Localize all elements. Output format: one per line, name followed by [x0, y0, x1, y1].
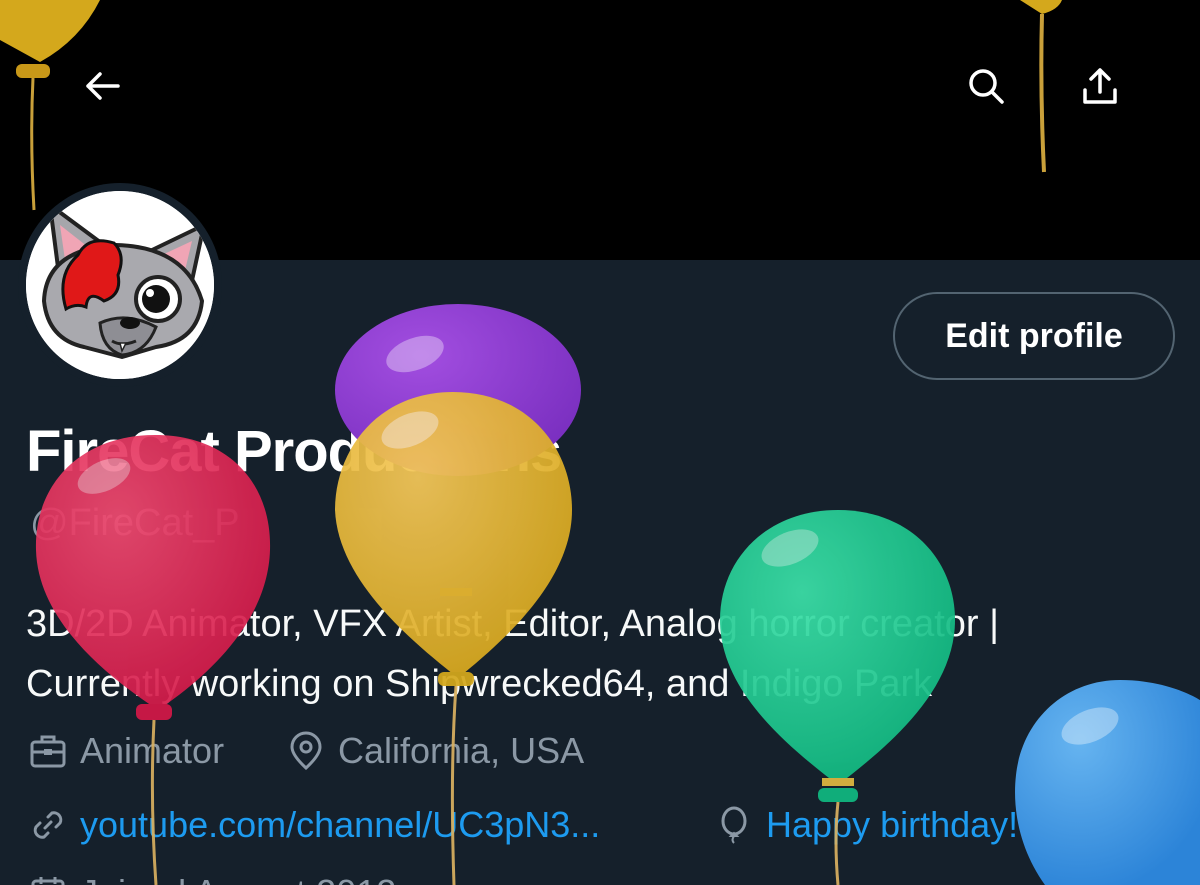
- birthday-item: Happy birthday!: [714, 804, 1018, 846]
- arrow-left-icon: [86, 72, 120, 100]
- website-item: youtube.com/channel/UC3pN3...: [28, 804, 600, 846]
- birthday-link[interactable]: Happy birthday!: [766, 804, 1018, 846]
- link-icon: [33, 811, 63, 839]
- display-name: FireCat Productions: [26, 419, 562, 484]
- location-item: California, USA: [286, 730, 584, 772]
- calendar-icon: [31, 877, 65, 885]
- search-button[interactable]: [958, 58, 1014, 114]
- back-button[interactable]: [74, 58, 130, 114]
- avatar-image: [26, 191, 214, 379]
- location-text: California, USA: [338, 730, 585, 771]
- location-pin-icon: [290, 731, 322, 771]
- profession-item: Animator: [28, 730, 224, 772]
- website-link[interactable]: youtube.com/channel/UC3pN3...: [80, 804, 600, 846]
- profession-text: Animator: [80, 730, 225, 771]
- bio-line: Currently working on Shipwrecked64, and …: [26, 663, 933, 705]
- joined-text: Joined August 2012: [80, 872, 396, 885]
- bio-line: 3D/2D Animator, VFX Artist, Editor, Anal…: [26, 603, 999, 645]
- search-icon: [969, 69, 1004, 104]
- edit-profile-button[interactable]: Edit profile: [893, 292, 1175, 380]
- user-handle: @FireCat_P: [30, 502, 240, 544]
- bio: 3D/2D Animator, VFX Artist, Editor, Anal…: [26, 594, 1196, 714]
- cat-avatar-illustration: [26, 191, 214, 379]
- briefcase-icon: [30, 735, 66, 768]
- share-button[interactable]: [1072, 58, 1128, 114]
- balloon-icon: [721, 806, 747, 844]
- joined-item: Joined August 2012: [28, 872, 396, 885]
- avatar[interactable]: [18, 183, 222, 387]
- share-upload-icon: [1083, 68, 1117, 104]
